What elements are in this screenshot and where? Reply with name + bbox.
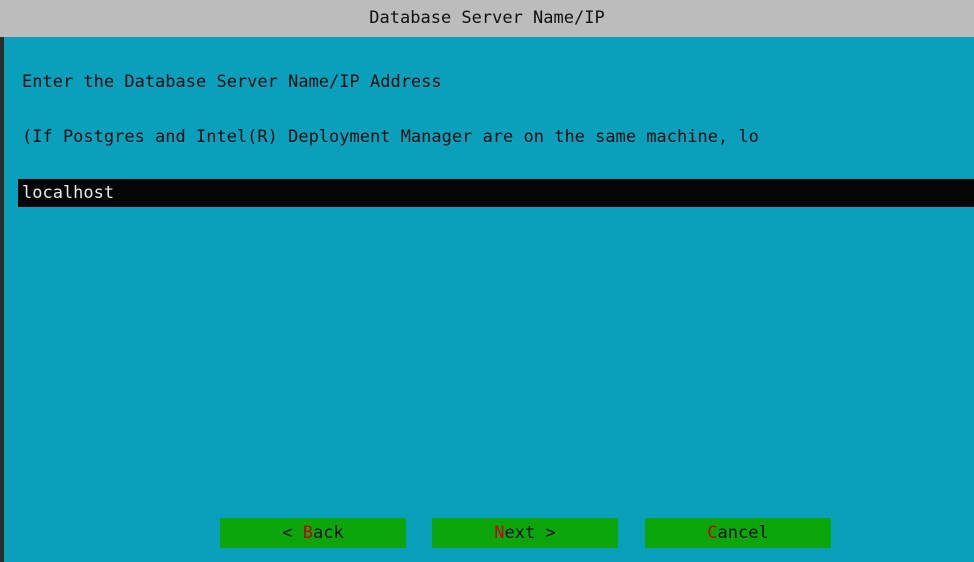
server-name-input[interactable]	[18, 179, 974, 207]
hint-text: (If Postgres and Intel(R) Deployment Man…	[22, 127, 759, 147]
back-button[interactable]: < Back	[220, 518, 406, 548]
next-button[interactable]: Next >	[432, 518, 618, 548]
next-button-hotkey: N	[494, 523, 505, 543]
next-button-label: ext >	[504, 523, 556, 543]
back-button-label: ack	[313, 523, 344, 543]
cancel-button[interactable]: Cancel	[645, 518, 831, 548]
window-title: Database Server Name/IP	[0, 0, 974, 37]
prompt-text: Enter the Database Server Name/IP Addres…	[22, 72, 442, 92]
back-button-hotkey: B	[302, 523, 313, 543]
dialog-panel: Enter the Database Server Name/IP Addres…	[0, 37, 974, 562]
back-button-prefix: <	[282, 523, 303, 543]
cancel-button-label: ancel	[717, 523, 769, 543]
cancel-button-hotkey: C	[707, 523, 718, 543]
